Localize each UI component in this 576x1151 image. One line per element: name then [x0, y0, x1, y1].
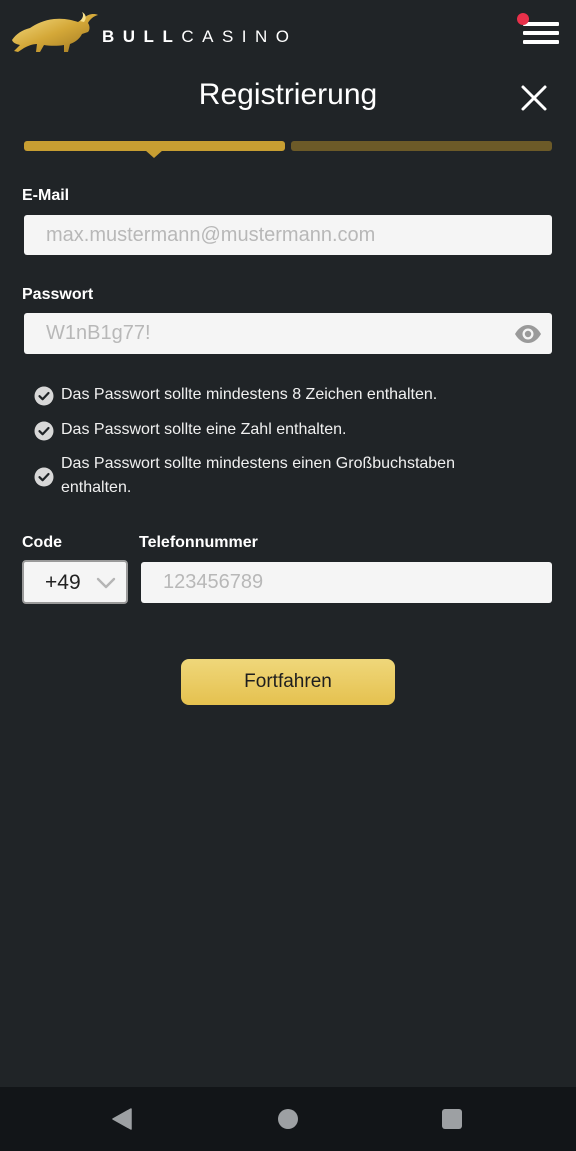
- country-code-select[interactable]: +49: [22, 560, 128, 604]
- password-label: Passwort: [22, 286, 94, 303]
- chevron-down-icon: [96, 577, 116, 589]
- password-rule-text: Das Passwort sollte mindestens 8 Zeichen…: [61, 386, 438, 403]
- bull-logo-icon[interactable]: [10, 10, 100, 56]
- email-label: E-Mail: [22, 187, 70, 204]
- continue-button[interactable]: Fortfahren: [181, 659, 395, 705]
- password-field[interactable]: [24, 313, 552, 354]
- progress-step-indicator: [145, 150, 163, 158]
- progress-step-2-inactive: [291, 141, 552, 151]
- back-triangle-icon[interactable]: [111, 1108, 133, 1130]
- phone-field[interactable]: [141, 562, 552, 603]
- check-circle-icon: [34, 421, 54, 441]
- menu-line: [523, 31, 559, 35]
- home-circle-icon[interactable]: [278, 1109, 298, 1129]
- email-field[interactable]: [24, 215, 552, 255]
- page-title: Registrierung: [198, 78, 378, 111]
- phone-label: Telefonnummer: [139, 534, 258, 551]
- brand-name-light: CASINO: [181, 27, 298, 46]
- password-rule-text: Das Passwort sollte mindestens einen Gro…: [61, 455, 455, 496]
- check-circle-icon: [34, 386, 54, 406]
- code-label: Code: [22, 534, 62, 551]
- country-code-value: +49: [45, 571, 81, 594]
- close-icon[interactable]: [519, 83, 549, 113]
- password-rule-item: Das Passwort sollte eine Zahl enthalten.: [34, 418, 534, 442]
- recent-apps-square-icon[interactable]: [442, 1109, 462, 1129]
- app-header: BULLCASINO: [0, 0, 576, 70]
- eye-icon[interactable]: [514, 322, 542, 346]
- password-rule-item: Das Passwort sollte mindestens 8 Zeichen…: [34, 383, 534, 407]
- password-rule-text: Das Passwort sollte eine Zahl enthalten.: [61, 421, 347, 438]
- notification-dot: [517, 13, 529, 25]
- password-rule-item: Das Passwort sollte mindestens einen Gro…: [34, 452, 494, 500]
- check-circle-icon: [34, 467, 54, 487]
- brand-name: BULLCASINO: [102, 27, 298, 47]
- menu-line: [523, 40, 559, 44]
- brand-name-bold: BULL: [102, 27, 182, 46]
- menu-line: [523, 22, 559, 26]
